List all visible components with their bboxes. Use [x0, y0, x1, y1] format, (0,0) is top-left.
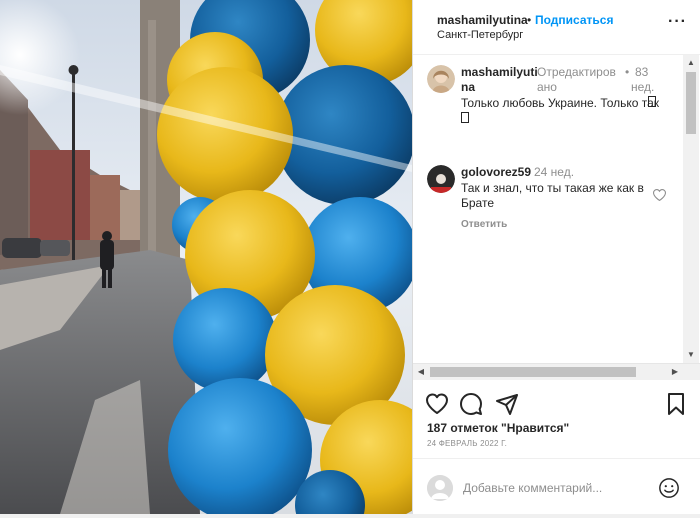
comment-age-unit[interactable]: нед. — [631, 80, 654, 95]
comment-username-wrap[interactable]: na — [461, 80, 475, 95]
comment-text: Так и знал, что ты такая же как в — [461, 181, 644, 195]
share-icon[interactable] — [495, 392, 519, 416]
scroll-left-arrow-icon[interactable]: ◀ — [413, 364, 429, 380]
post-date[interactable]: 24 ФЕВРАЛЬ 2022 Г. — [427, 439, 507, 448]
current-user-avatar-icon — [427, 475, 453, 501]
reply-button[interactable]: Ответить — [461, 219, 507, 230]
missing-glyph-icon — [648, 96, 656, 107]
comment-age[interactable]: 83 — [635, 65, 648, 80]
comment-username[interactable]: golovorez59 — [461, 165, 531, 180]
comment-edited-label: Отредактиров — [537, 65, 616, 79]
add-comment-input[interactable] — [463, 479, 643, 497]
comments-list: mashamilyuti na Отредактиров ано • 83 не… — [413, 55, 683, 363]
post-author-username[interactable]: mashamilyutina — [437, 13, 528, 27]
missing-glyph-icon — [461, 112, 469, 123]
scroll-down-arrow-icon[interactable]: ▼ — [683, 347, 699, 363]
window-bottom-edge — [0, 514, 700, 518]
bookmark-icon[interactable] — [664, 392, 688, 416]
heart-outline-icon[interactable] — [652, 188, 667, 206]
comment-text-wrap: Брате — [461, 196, 494, 210]
post-header: mashamilyutina • Подписаться Санкт-Петер… — [413, 0, 700, 55]
scrollbar-thumb[interactable] — [686, 72, 696, 134]
user-avatar-icon[interactable] — [427, 65, 455, 93]
likes-count[interactable]: 187 отметок "Нравится" — [427, 421, 569, 435]
comment-age[interactable]: 24 нед. — [534, 165, 574, 180]
post-photo[interactable] — [0, 0, 412, 514]
more-options-icon[interactable]: ··· — [668, 13, 687, 31]
scroll-right-arrow-icon[interactable]: ▶ — [667, 364, 683, 380]
comments-vertical-scrollbar[interactable]: ▲ ▼ — [683, 55, 699, 363]
heart-icon[interactable] — [425, 392, 449, 416]
post-location[interactable]: Санкт-Петербург — [437, 29, 523, 41]
scroll-up-arrow-icon[interactable]: ▲ — [683, 55, 699, 71]
follow-button[interactable]: Подписаться — [535, 13, 613, 27]
separator-dot: • — [625, 65, 630, 79]
emoji-smile-icon[interactable] — [658, 477, 680, 499]
comment-edited-label-wrap: ано — [537, 80, 557, 94]
comment-icon[interactable] — [459, 392, 483, 416]
comments-horizontal-scrollbar[interactable]: ◀ ▶ — [413, 363, 700, 380]
comment-text: Только любовь Украине. Только так — [461, 96, 660, 110]
add-comment-bar — [413, 458, 700, 515]
scrollbar-thumb[interactable] — [430, 367, 636, 377]
separator-dot: • — [527, 13, 532, 27]
comment-username[interactable]: mashamilyuti — [461, 65, 538, 80]
balloons-street-image — [0, 0, 412, 514]
user-avatar-icon[interactable] — [427, 165, 455, 193]
post-sidebar: mashamilyutina • Подписаться Санкт-Петер… — [412, 0, 700, 514]
post-modal: mashamilyutina • Подписаться Санкт-Петер… — [0, 0, 700, 518]
